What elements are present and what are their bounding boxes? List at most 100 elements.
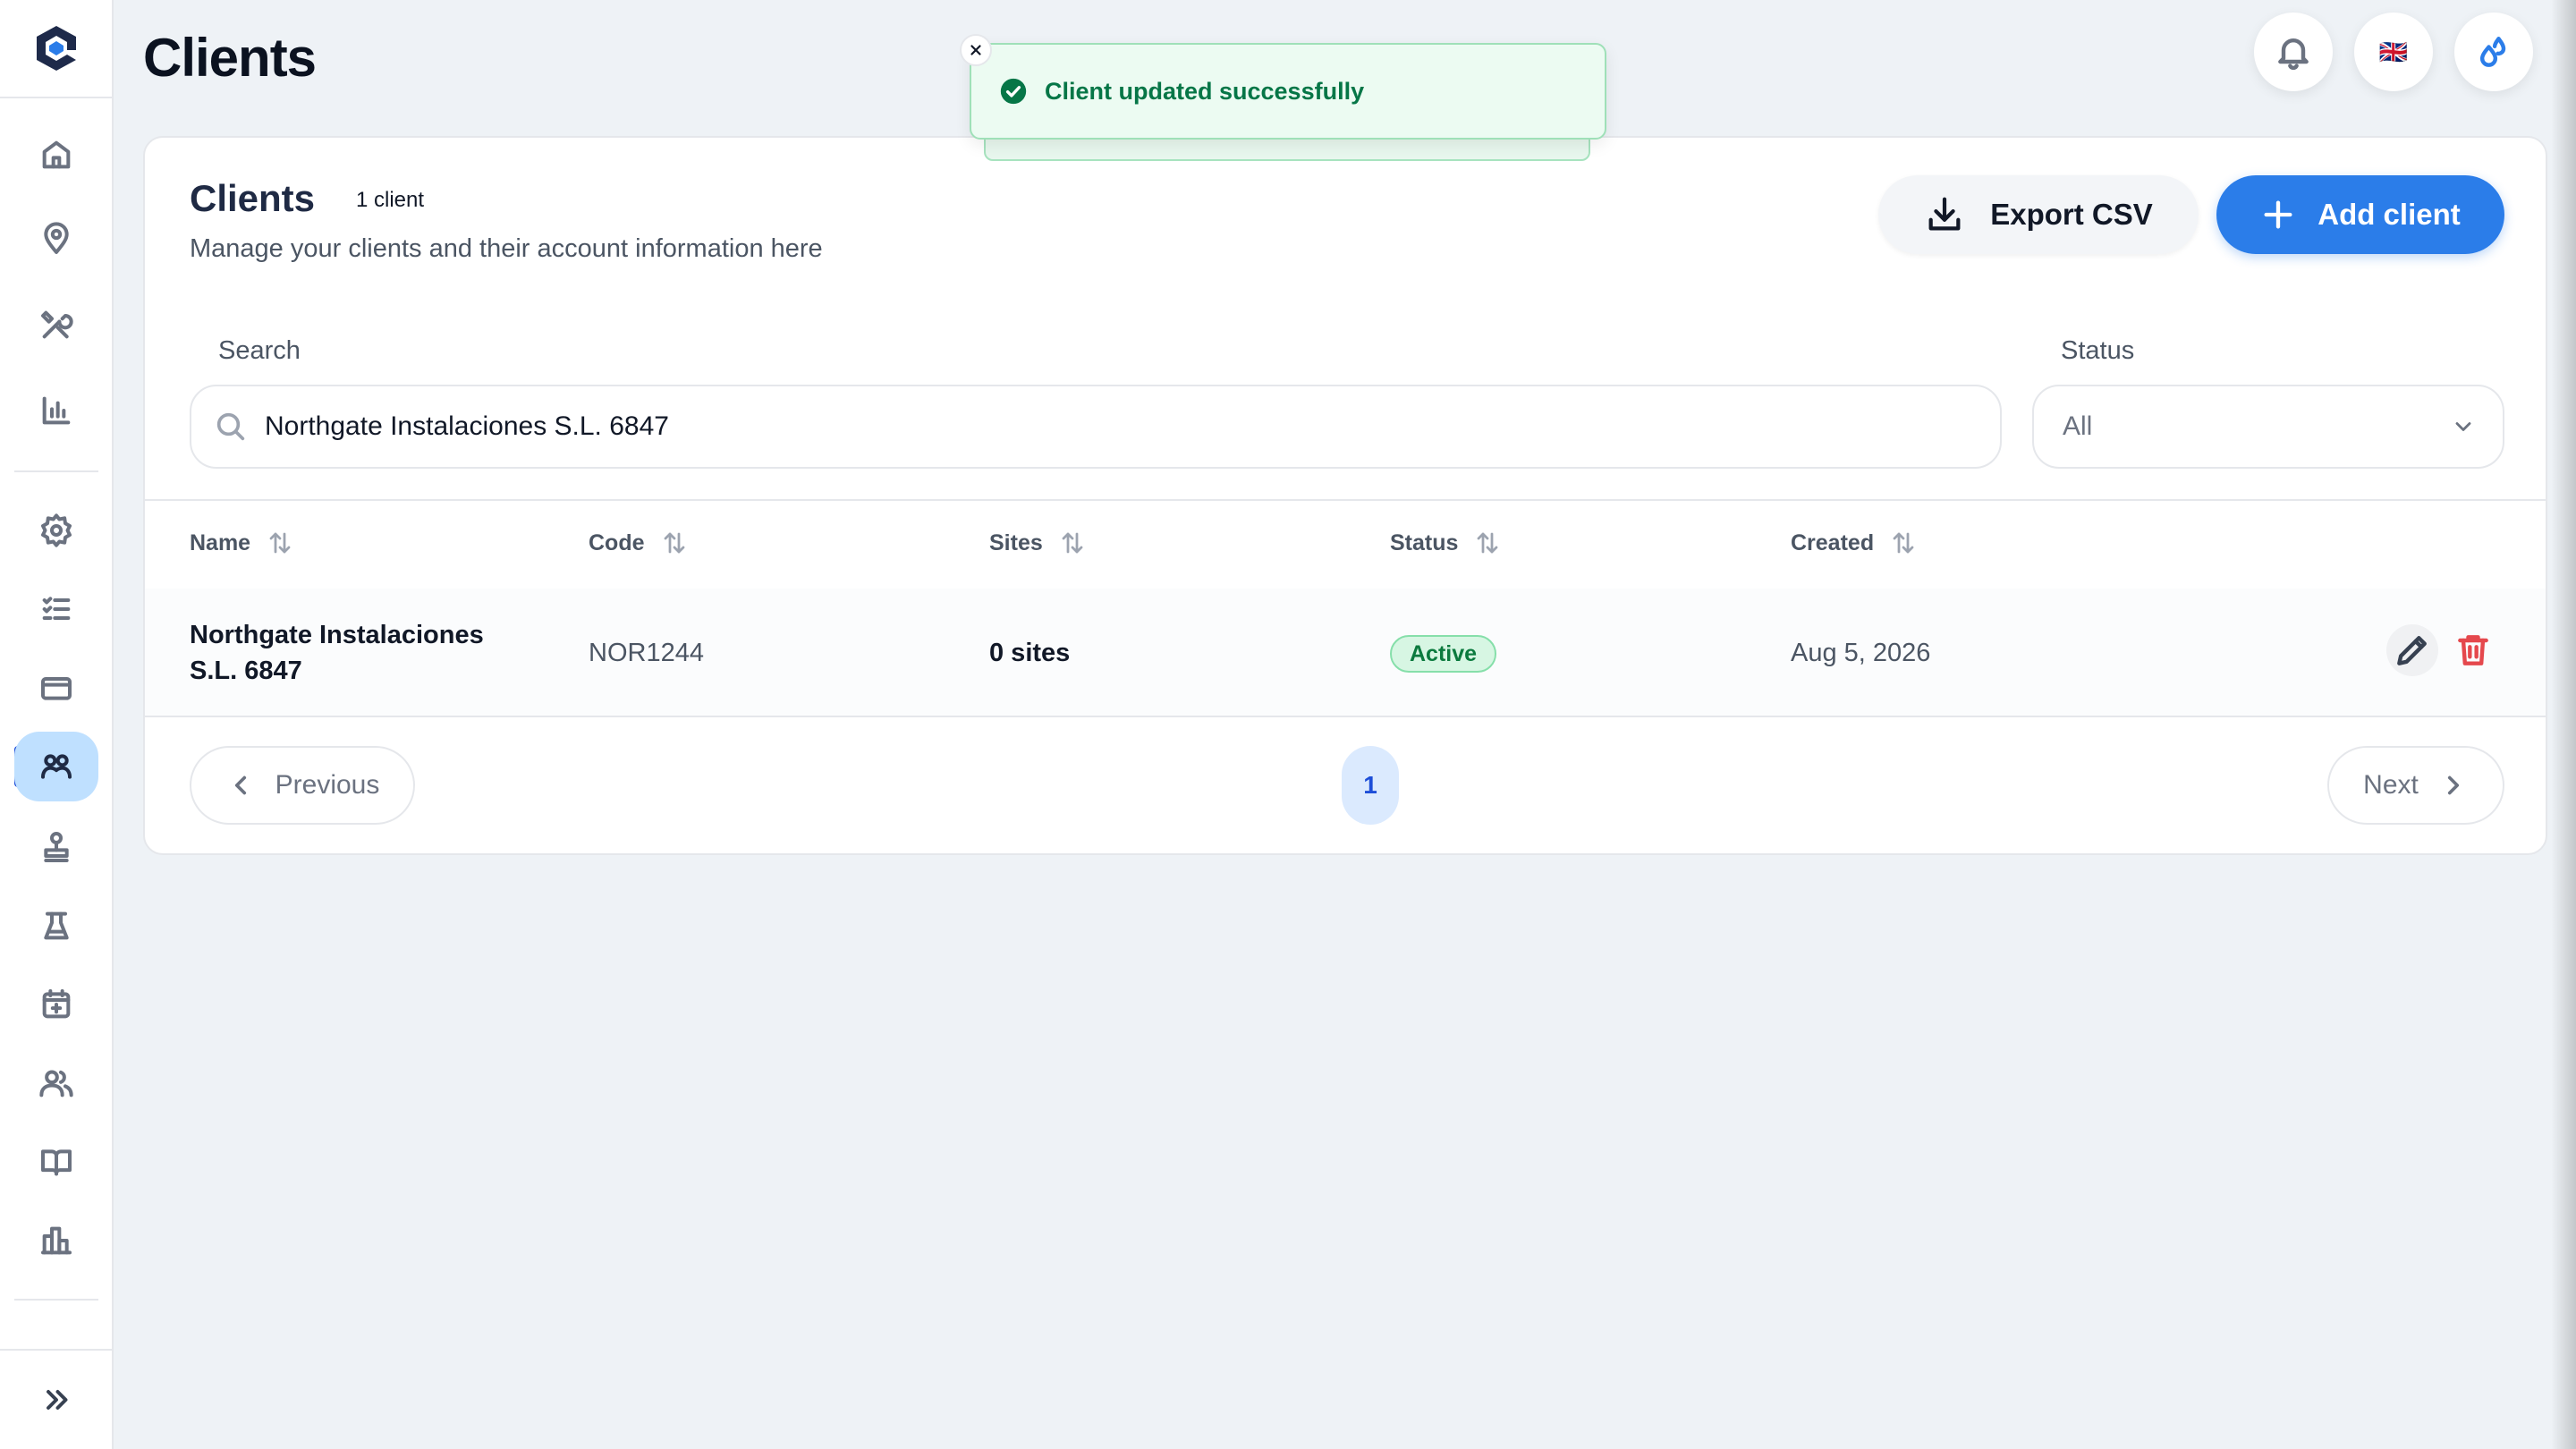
column-header-created-label: Created [1791, 530, 1875, 555]
add-client-label: Add client [2318, 198, 2461, 231]
column-header-sites[interactable]: Sites [989, 530, 1086, 556]
table-row[interactable]: Northgate Instalaciones S.L. 6847 NOR124… [145, 589, 2546, 717]
sidebar-expand-button[interactable] [0, 1349, 112, 1449]
previous-page-button[interactable]: Previous [190, 746, 415, 825]
export-csv-label: Export CSV [1990, 198, 2153, 231]
bar-chart-icon [42, 396, 71, 425]
client-created: Aug 5, 2026 [1791, 639, 1931, 667]
column-header-status[interactable]: Status [1390, 530, 1501, 556]
toast-close-button[interactable] [960, 34, 992, 66]
sidebar-divider-bottom [14, 1299, 98, 1301]
logo-icon [36, 26, 76, 71]
close-icon [970, 45, 981, 55]
sidebar-item-clients[interactable] [14, 732, 98, 801]
trash-icon [2458, 635, 2488, 665]
download-icon [1928, 197, 1961, 231]
client-code: NOR1244 [589, 639, 704, 667]
column-header-name[interactable]: Name [190, 530, 293, 556]
client-name-line2: S.L. 6847 [190, 657, 302, 685]
sort-icon [1062, 532, 1083, 554]
clients-card: Clients 1 client Manage your clients and… [143, 136, 2547, 855]
stamp-icon [44, 832, 69, 862]
app-logo[interactable] [0, 0, 112, 98]
search-label: Search [218, 336, 301, 365]
tools-icon [41, 310, 73, 339]
status-filter-label: Status [2061, 336, 2135, 365]
sort-icon [1893, 532, 1914, 554]
users-icon [39, 1070, 73, 1097]
bell-icon [2278, 38, 2309, 71]
sort-icon [1478, 532, 1498, 554]
client-name[interactable]: Northgate Instalaciones S.L. 6847 [190, 617, 484, 689]
gear-icon [41, 513, 72, 547]
delete-button[interactable] [2447, 624, 2499, 676]
status-select-value: All [2063, 411, 2093, 441]
flask-icon [44, 911, 69, 940]
window-edge-shadow [2551, 0, 2576, 1449]
page-title: Clients [143, 28, 317, 88]
next-label: Next [2363, 770, 2419, 800]
sidebar-item-tasks[interactable] [14, 574, 98, 644]
column-header-code-label: Code [589, 530, 645, 555]
edit-button[interactable] [2386, 624, 2438, 676]
client-count: 1 client [356, 188, 425, 212]
chevron-right-icon [2447, 775, 2459, 795]
chevron-down-icon [2455, 422, 2471, 431]
sidebar-item-analytics[interactable] [14, 376, 98, 445]
book-icon [41, 1149, 72, 1176]
table-divider [145, 499, 2546, 501]
sidebar-item-stamps[interactable] [14, 812, 98, 882]
clients-icon [41, 754, 72, 779]
droplets-icon [2479, 37, 2506, 67]
sidebar-item-docs[interactable] [14, 1127, 98, 1197]
column-header-status-label: Status [1390, 530, 1459, 555]
column-header-created[interactable]: Created [1791, 530, 1917, 556]
language-button[interactable]: 🇬🇧 [2354, 13, 2433, 91]
card-title: Clients [190, 177, 316, 219]
buildings-chart-icon [41, 1226, 72, 1255]
theme-button[interactable] [2454, 13, 2533, 91]
success-toast: Client updated successfully [970, 43, 1606, 140]
page-number-button[interactable]: 1 [1342, 746, 1399, 825]
sidebar-item-lab[interactable] [14, 891, 98, 961]
sidebar-item-reports[interactable] [14, 1206, 98, 1275]
calendar-icon [42, 989, 71, 1019]
sort-icon [664, 532, 684, 554]
sort-icon [269, 532, 291, 554]
sidebar-item-users[interactable] [14, 1048, 98, 1118]
plus-icon [2264, 200, 2292, 229]
client-name-line1: Northgate Instalaciones [190, 621, 484, 649]
sidebar-divider [14, 470, 98, 472]
home-icon [42, 140, 71, 169]
column-header-code[interactable]: Code [589, 530, 688, 556]
chevron-left-icon [234, 775, 246, 795]
column-header-sites-label: Sites [989, 530, 1043, 555]
sidebar-item-tools[interactable] [14, 290, 98, 360]
next-page-button[interactable]: Next [2327, 746, 2504, 825]
sidebar-item-calendar[interactable] [14, 970, 98, 1039]
add-client-button[interactable]: Add client [2216, 175, 2504, 254]
pencil-icon [2397, 636, 2427, 665]
search-input[interactable] [265, 411, 1964, 442]
column-header-name-label: Name [190, 530, 251, 555]
previous-label: Previous [275, 770, 380, 800]
checklist-icon [42, 597, 71, 620]
map-pin-icon [44, 222, 69, 254]
card-subtitle: Manage your clients and their account in… [190, 234, 823, 263]
sidebar-item-billing[interactable] [14, 653, 98, 723]
check-circle-icon [1000, 78, 1027, 105]
notifications-button[interactable] [2254, 13, 2333, 91]
uk-flag-icon: 🇬🇧 [2378, 38, 2409, 65]
sidebar-item-locations[interactable] [14, 204, 98, 274]
export-csv-button[interactable]: Export CSV [1878, 175, 2199, 254]
client-sites: 0 sites [989, 639, 1071, 667]
toast-message: Client updated successfully [1045, 77, 1365, 105]
sidebar-item-settings[interactable] [14, 496, 98, 565]
status-badge: Active [1390, 635, 1497, 673]
credit-card-icon [41, 677, 72, 700]
status-select[interactable]: All [2032, 385, 2504, 469]
search-field[interactable] [190, 385, 2002, 469]
sidebar-item-home[interactable] [14, 120, 98, 190]
chevrons-right-icon [46, 1390, 67, 1410]
search-icon [216, 412, 245, 441]
